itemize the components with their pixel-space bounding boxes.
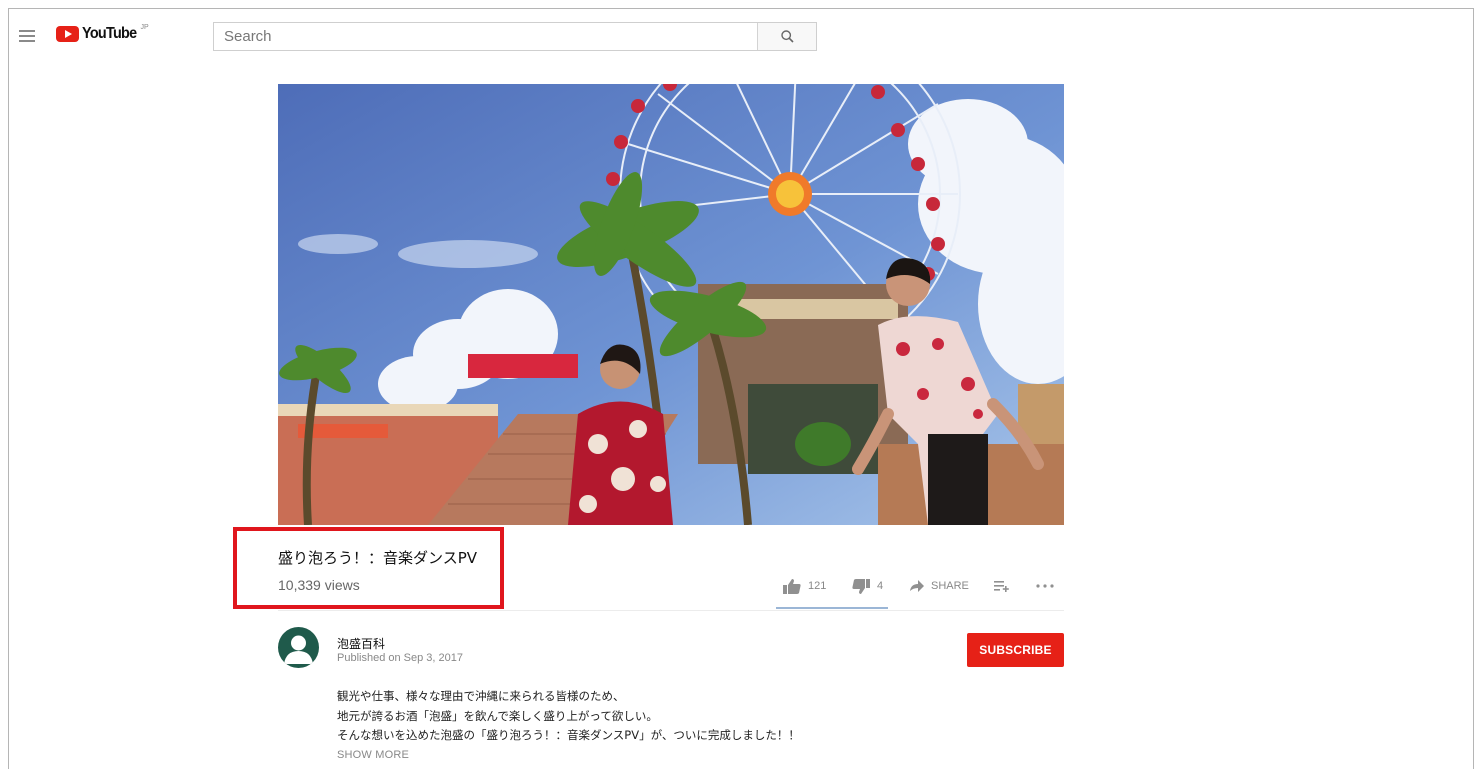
divider [278,610,1064,611]
video-thumbnail [278,84,1064,525]
share-button[interactable]: SHARE [910,576,969,596]
hamburger-menu-icon[interactable] [19,30,35,42]
title-highlight-box [233,527,504,609]
search-button[interactable] [757,23,816,50]
video-player[interactable] [278,84,1064,525]
video-title: 盛り泡ろう！：音楽ダンスPV [278,549,478,567]
description-line: 観光や仕事、様々な理由で沖縄に来られる皆様のため、 [337,689,625,703]
description-line: 地元が誇るお酒「泡盛」を飲んで楽しく盛り上がって欲しい。 [337,708,658,723]
view-count: 10,339 views [278,577,360,593]
more-horizontal-icon [1036,584,1054,588]
masthead: YouTube JP [8,8,1474,68]
thumbs-up-icon [783,578,801,594]
subscribe-button[interactable]: SUBSCRIBE [967,633,1064,667]
channel-avatar[interactable] [278,627,319,668]
search-input[interactable] [214,23,757,50]
description-line: そんな想いを込めた泡盛の「盛り泡ろう！：音楽ダンスPV」が、ついに完成しました！… [337,728,800,742]
like-button[interactable]: 121 [783,576,826,596]
like-ratio-bar [776,607,888,609]
dislike-button[interactable]: 4 [852,576,883,596]
add-to-playlist-icon [994,580,1009,592]
add-to-playlist-button[interactable] [994,576,1009,596]
logo-region: JP [140,24,149,31]
more-actions-button[interactable] [1036,576,1054,596]
show-more-button[interactable]: SHOW MORE [337,749,409,761]
search-bar [213,22,817,51]
publish-date: Published on Sep 3, 2017 [337,652,463,664]
search-icon [780,30,794,43]
logo-text: YouTube [82,25,137,42]
share-label: SHARE [931,580,969,592]
dislike-count: 4 [877,580,884,592]
share-arrow-icon [910,580,924,592]
thumbs-down-icon [852,578,870,594]
avatar-person-icon [284,635,313,664]
like-count: 121 [808,580,827,592]
channel-name[interactable]: 泡盛百科 [337,635,385,652]
youtube-logo[interactable]: YouTube JP [56,24,149,46]
youtube-play-icon [56,26,79,42]
video-description: 観光や仕事、様々な理由で沖縄に来られる皆様のため、 地元が誇るお酒「泡盛」を飲ん… [337,687,800,746]
